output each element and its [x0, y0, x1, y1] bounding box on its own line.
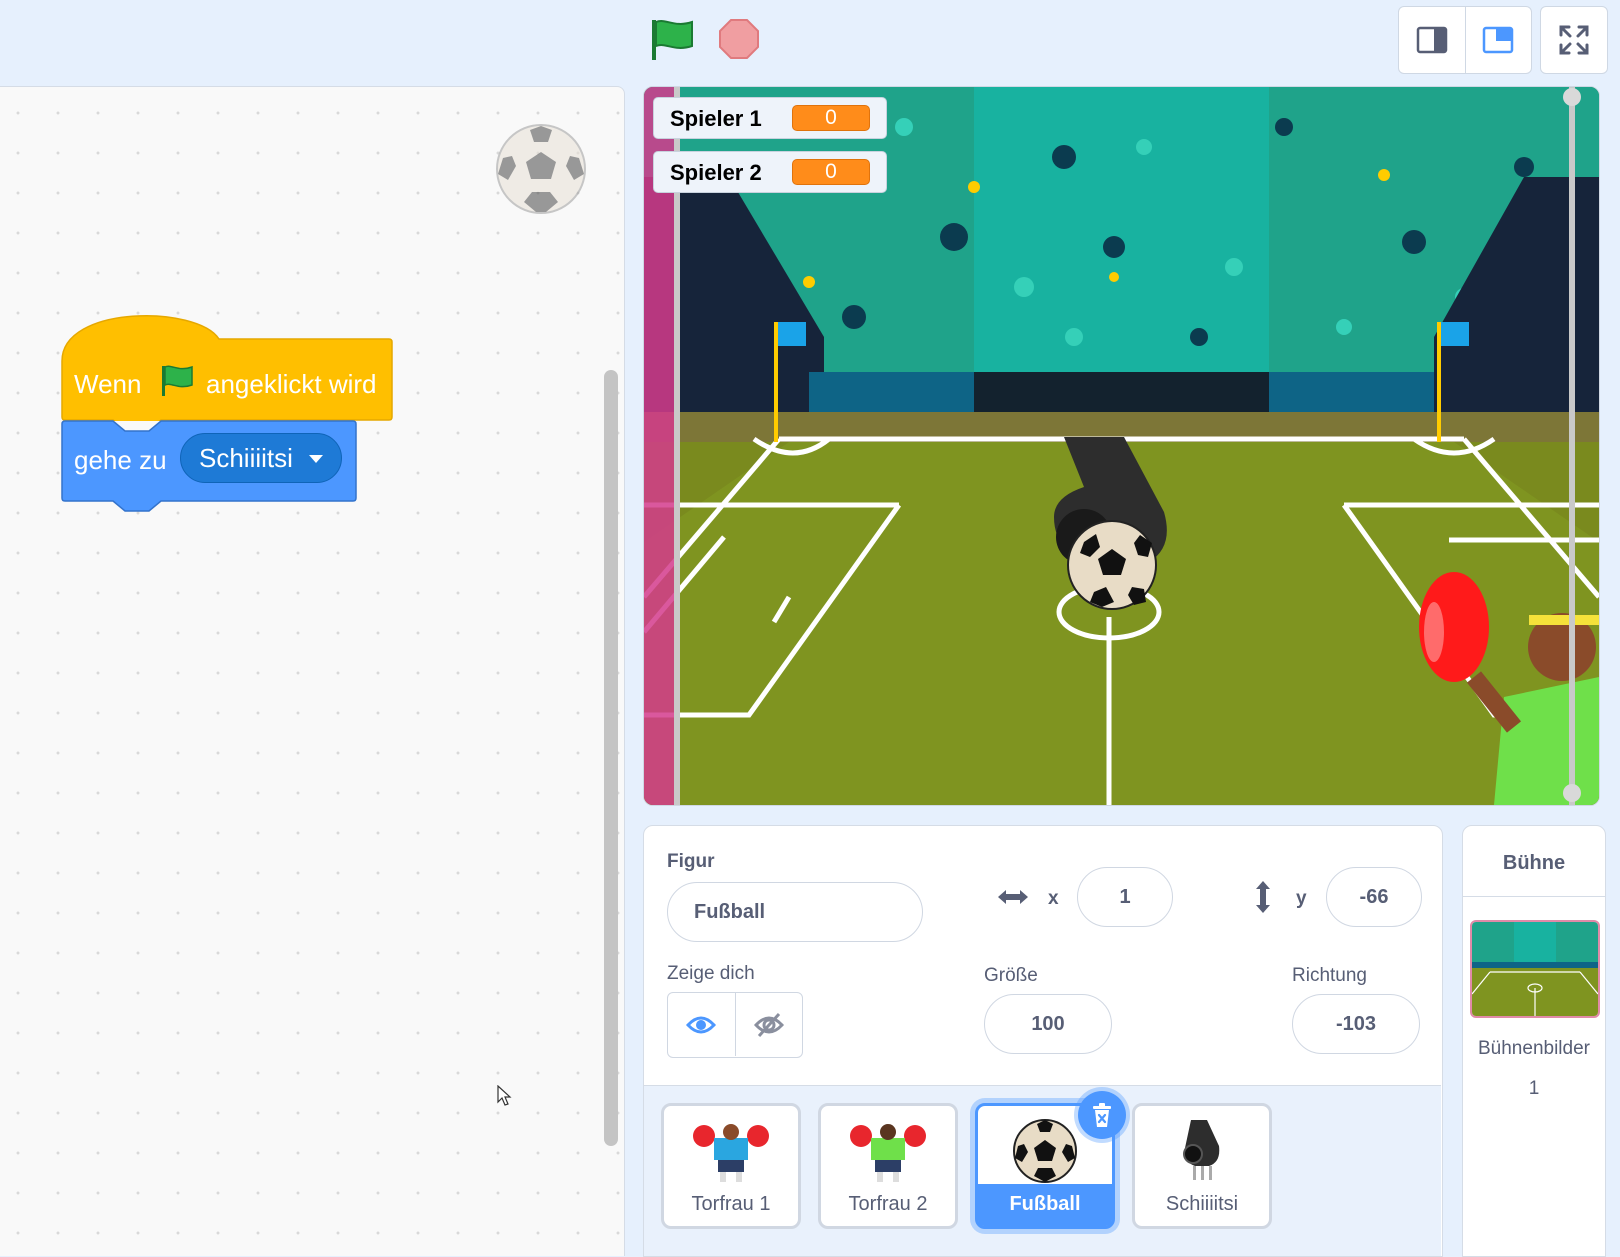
soccer-ball-icon — [1013, 1119, 1077, 1183]
sprite-tile-label: Schiiiitsi — [1165, 1193, 1239, 1215]
delete-sprite-button[interactable] — [1078, 1091, 1126, 1139]
fullscreen-button[interactable] — [1540, 6, 1608, 74]
sprite-tile-label: Torfrau 1 — [691, 1193, 771, 1215]
small-stage-layout-icon — [1416, 26, 1447, 54]
code-vertical-scrollbar[interactable] — [604, 370, 618, 1146]
normal-stage-layout-icon — [1483, 26, 1514, 54]
whistle-icon — [1183, 1120, 1220, 1180]
when-flag-clicked-block[interactable] — [61, 311, 393, 421]
go-to-target-value: Schiiiitsi — [199, 443, 293, 473]
sprite-tile-torfrau-2[interactable]: Torfrau 2 — [818, 1103, 958, 1229]
y-position-value: -66 — [1359, 885, 1389, 908]
code-workspace[interactable] — [0, 86, 625, 1256]
stage-layout-toggle — [1398, 6, 1532, 74]
sprite-tile-label: Fußball — [1009, 1193, 1081, 1215]
eye-slash-icon — [753, 1012, 784, 1037]
sprite-name-input[interactable] — [667, 882, 923, 942]
normal-stage-button[interactable] — [1464, 7, 1532, 73]
show-label: Zeige dich — [667, 963, 755, 984]
vertical-arrows-icon — [1256, 881, 1270, 913]
direction-label: Richtung — [1292, 965, 1367, 986]
go-to-label: gehe zu — [74, 445, 167, 475]
monitor-value: 0 — [792, 105, 870, 131]
top-bar — [0, 0, 1620, 86]
sprite-tile-schiiiitsi[interactable]: Schiiiitsi — [1132, 1103, 1272, 1229]
stage-selector-panel[interactable]: Bühne Bühnenbilder 1 — [1462, 825, 1606, 1257]
monitor-value: 0 — [792, 159, 870, 185]
green-flag-icon — [162, 365, 193, 396]
hat-block-text-before: Wenn — [74, 369, 142, 399]
green-flag-button[interactable] — [648, 16, 696, 64]
direction-value: -103 — [1335, 1012, 1377, 1035]
sprite-tile-torfrau-1[interactable]: Torfrau 1 — [661, 1103, 801, 1229]
hat-block-text-after: angeklickt wird — [206, 369, 377, 399]
monitor-label: Spieler 1 — [670, 106, 762, 131]
x-label: x — [1048, 888, 1059, 909]
soccer-stadium-backdrop — [644, 87, 1599, 805]
backdrops-count: 1 — [1528, 1078, 1540, 1099]
mouse-cursor-icon — [497, 1085, 512, 1106]
stage-canvas[interactable] — [643, 86, 1600, 806]
horizontal-arrows-icon — [998, 890, 1028, 904]
trash-icon — [1093, 1103, 1111, 1127]
direction-input[interactable]: -103 — [1292, 994, 1420, 1054]
size-input[interactable]: 100 — [984, 994, 1112, 1054]
soccer-ball-icon — [496, 124, 586, 214]
variable-monitor-spieler-2[interactable]: Spieler 2 0 — [653, 151, 887, 193]
stage-panel-title: Bühne — [1463, 826, 1605, 897]
stage-backdrop-thumbnail[interactable] — [1470, 920, 1600, 1018]
size-value: 100 — [1031, 1012, 1065, 1035]
goalkeeper-green-icon — [850, 1124, 926, 1182]
small-stage-button[interactable] — [1399, 7, 1465, 73]
soccer-stadium-thumbnail — [1472, 922, 1598, 1016]
sprite-name-label: Figur — [667, 851, 715, 872]
go-to-target-dropdown[interactable]: Schiiiitsi — [180, 433, 342, 483]
dropdown-caret-icon — [309, 455, 323, 463]
sprite-tile-label: Torfrau 2 — [848, 1193, 928, 1215]
green-flag-icon — [652, 20, 693, 60]
stop-button[interactable] — [718, 18, 760, 60]
hide-sprite-button[interactable] — [734, 993, 803, 1056]
monitor-label: Spieler 2 — [670, 160, 762, 185]
eye-icon — [686, 1016, 717, 1033]
show-sprite-button[interactable] — [668, 993, 735, 1056]
y-position-input[interactable]: -66 — [1326, 867, 1422, 927]
x-position-input[interactable]: 1 — [1077, 867, 1173, 927]
x-position-value: 1 — [1119, 885, 1131, 908]
goalkeeper-blue-icon — [693, 1124, 769, 1182]
backdrops-label: Bühnenbilder — [1478, 1038, 1590, 1059]
stop-sign-icon — [719, 19, 759, 59]
visibility-toggle — [667, 992, 803, 1058]
fullscreen-icon — [1559, 25, 1589, 55]
size-label: Größe — [984, 965, 1038, 986]
y-label: y — [1296, 888, 1307, 909]
variable-monitor-spieler-1[interactable]: Spieler 1 0 — [653, 97, 887, 139]
